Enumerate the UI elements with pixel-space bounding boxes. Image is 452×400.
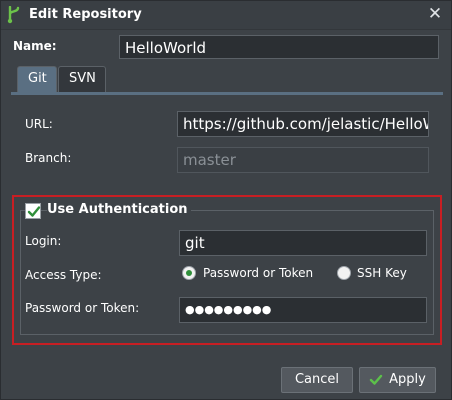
radio-password-or-token-label[interactable]: Password or Token: [203, 266, 313, 280]
cancel-button-label: Cancel: [294, 372, 340, 387]
branch-input[interactable]: master: [177, 147, 429, 173]
radio-selected-dot: [186, 270, 192, 276]
tab-svn[interactable]: SVN: [58, 66, 106, 92]
branch-label: Branch:: [25, 151, 72, 165]
radio-password-or-token[interactable]: [182, 266, 196, 280]
password-label: Password or Token:: [25, 301, 140, 315]
cancel-button[interactable]: Cancel: [281, 367, 353, 393]
check-icon: [369, 374, 383, 385]
access-type-label: Access Type:: [25, 268, 102, 282]
login-input[interactable]: git: [179, 230, 427, 256]
apply-button[interactable]: Apply: [359, 367, 436, 393]
use-authentication-checkbox[interactable]: [25, 203, 41, 219]
use-authentication-label: Use Authentication: [47, 202, 191, 217]
checkmark-icon: [27, 206, 41, 217]
apply-button-label: Apply: [389, 372, 426, 387]
tab-git[interactable]: Git: [17, 66, 57, 92]
radio-ssh-key[interactable]: [337, 266, 351, 280]
url-label: URL:: [25, 117, 53, 131]
dialog-title: Edit Repository: [29, 7, 142, 22]
radio-ssh-key-label[interactable]: SSH Key: [357, 266, 407, 280]
dialog-titlebar[interactable]: Edit Repository ✕: [1, 1, 451, 30]
name-label: Name:: [13, 39, 57, 53]
password-input[interactable]: ●●●●●●●●●: [179, 297, 427, 323]
url-input[interactable]: https://github.com/jelastic/HelloWor: [177, 111, 429, 137]
name-input[interactable]: HelloWorld: [119, 35, 439, 59]
close-icon[interactable]: ✕: [427, 5, 443, 23]
login-label: Login:: [25, 234, 62, 248]
edit-repository-dialog: Edit Repository ✕ Name: HelloWorld Git S…: [0, 0, 452, 400]
tab-strip: [11, 92, 443, 95]
jelastic-branch-icon: [7, 6, 20, 24]
